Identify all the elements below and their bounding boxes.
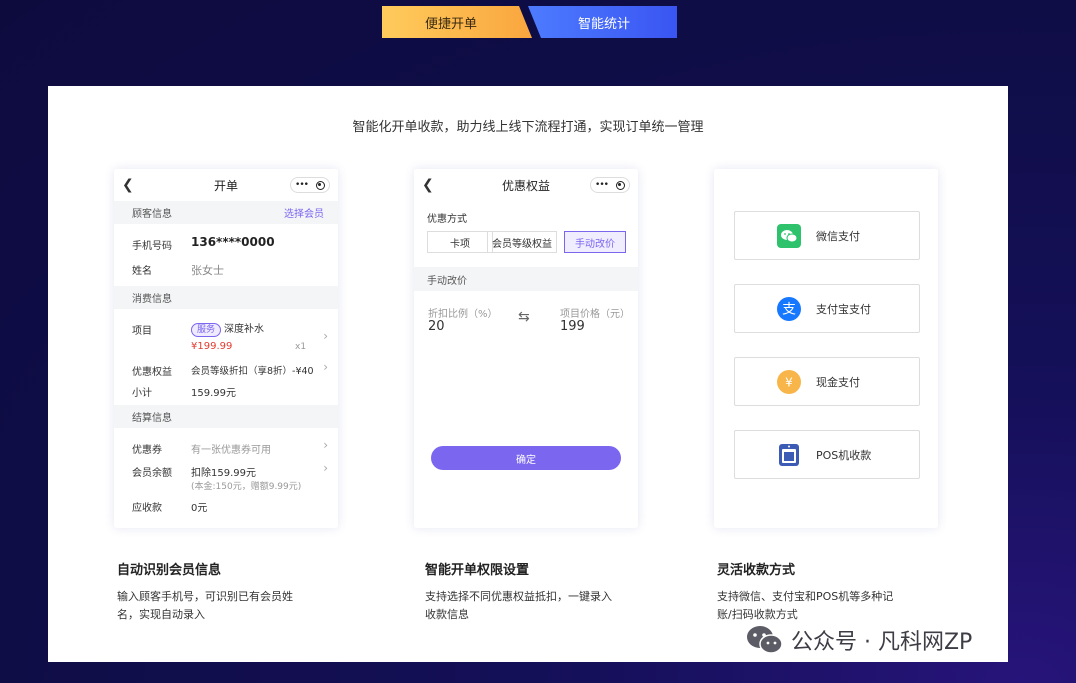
feature-title-permission: 智能开单权限设置 (425, 563, 530, 578)
confirm-button[interactable]: 确定 (431, 446, 621, 470)
alipay-label: 支付宝支付 (816, 302, 871, 316)
panel-headline: 智能化开单收款，助力线上线下流程打通，实现订单统一管理 (352, 120, 704, 135)
top-tabs: 便捷开单 智能统计 (382, 6, 677, 38)
pos-pay-label: POS机收款 (816, 448, 872, 462)
settle-section-label: 结算信息 (132, 413, 172, 424)
tab-quick-order[interactable]: 便捷开单 (382, 6, 532, 38)
wechat-icon (777, 223, 801, 248)
consume-section-label: 消费信息 (132, 294, 172, 305)
mini-program-capsule[interactable]: ••• (590, 177, 630, 193)
wechat-pay-label: 微信支付 (816, 229, 860, 243)
discount-ratio-input[interactable]: 20 (428, 319, 445, 334)
feature-title-payment: 灵活收款方式 (717, 563, 796, 578)
close-target-icon[interactable] (315, 180, 325, 190)
option-manual-price[interactable]: 手动改价 (564, 231, 626, 253)
pos-pay-option[interactable]: POS机收款 (734, 430, 920, 479)
chevron-right-icon[interactable]: › (323, 360, 328, 374)
wechat-pay-option[interactable]: 微信支付 (734, 211, 920, 260)
payment-methods-card: 微信支付 支 支付宝支付 ¥ 现金支付 POS机收款 (714, 169, 938, 528)
back-icon[interactable]: ❮ (122, 177, 134, 193)
order-page-title: 开单 (213, 178, 238, 193)
due-value: 0元 (191, 503, 208, 514)
chevron-right-icon[interactable]: › (323, 329, 328, 343)
alipay-option[interactable]: 支 支付宝支付 (734, 284, 920, 333)
balance-label: 会员余额 (132, 468, 172, 479)
coupon-value[interactable]: 有一张优惠券可用 (191, 441, 271, 456)
subtotal-value: 159.99元 (191, 388, 236, 399)
watermark-text: 公众号 · 凡科网ZP (791, 630, 973, 655)
subtotal-label: 小计 (132, 388, 152, 399)
chevron-right-icon[interactable]: › (323, 438, 328, 452)
settle-info: 优惠券 有一张优惠券可用 › 会员余额 扣除159.99元 › (本金:150元… (114, 428, 338, 528)
manual-price-section-header: 手动改价 (414, 267, 638, 291)
select-member-link[interactable]: 选择会员 (284, 205, 324, 220)
watermark: 公众号 · 凡科网ZP (745, 622, 972, 658)
feature-title-member: 自动识别会员信息 (117, 563, 222, 578)
discount-ratio-label: 折扣比例（%） (428, 309, 498, 320)
feature-desc-payment: 支持微信、支付宝和POS机等多种记账/扫码收款方式 (717, 590, 894, 621)
yuan-icon: ¥ (777, 369, 801, 394)
benefit-nav-bar: ❮ 优惠权益 ••• (414, 169, 638, 201)
name-label: 姓名 (132, 266, 152, 277)
mini-program-capsule[interactable]: ••• (290, 177, 330, 193)
item-value[interactable]: 服务 深度补水 (191, 320, 264, 337)
item-price-label: 项目价格（元） (560, 309, 630, 320)
settle-section-header: 结算信息 (114, 405, 338, 428)
pos-icon (777, 443, 801, 467)
alipay-icon: 支 (777, 296, 801, 321)
item-name: 深度补水 (224, 324, 265, 335)
feature-desc-member: 输入顾客手机号，可识别已有会员姓名，实现自动录入 (117, 590, 293, 621)
benefit-value[interactable]: 会员等级折扣（享8折）-¥40 (191, 363, 314, 377)
service-badge: 服务 (191, 323, 222, 337)
customer-section-label: 顾客信息 (132, 209, 172, 220)
benefit-label: 优惠权益 (132, 367, 172, 378)
wechat-logo-icon (747, 626, 783, 654)
consume-section-header: 消费信息 (114, 286, 338, 309)
item-price: ¥199.99 (191, 341, 233, 352)
chevron-right-icon[interactable]: › (323, 461, 328, 475)
phone-value[interactable]: 136****0000 (191, 235, 275, 249)
balance-value[interactable]: 扣除159.99元 (191, 464, 256, 479)
item-label: 项目 (132, 326, 152, 337)
tab-smart-stats-label: 智能统计 (578, 16, 631, 32)
consume-info: 项目 服务 深度补水 ¥199.99 x1 › 优惠权益 会员等级折扣（享8折）-… (114, 309, 338, 405)
option-card-item[interactable]: 卡项 (427, 231, 493, 253)
item-quantity: x1 (295, 342, 307, 352)
order-phone-card: ❮ 开单 ••• 顾客信息 选择会员 手机号码 136****0000 姓名 张… (114, 169, 338, 528)
benefit-page-title: 优惠权益 (501, 178, 550, 193)
tab-quick-order-label: 便捷开单 (425, 16, 478, 32)
tab-smart-stats[interactable]: 智能统计 (528, 6, 677, 38)
svg-text:¥: ¥ (785, 375, 793, 389)
item-price-input[interactable]: 199 (560, 319, 585, 334)
discount-method-label: 优惠方式 (427, 214, 467, 225)
feature-desc-permission: 支持选择不同优惠权益抵扣，一键录入收款信息 (425, 590, 612, 621)
due-label: 应收款 (132, 503, 162, 514)
more-icon[interactable]: ••• (295, 180, 309, 190)
phone-label: 手机号码 (132, 241, 172, 252)
swap-icon[interactable]: ⇆ (518, 309, 530, 325)
customer-info: 手机号码 136****0000 姓名 张女士 (114, 224, 338, 286)
coupon-label: 优惠券 (132, 445, 162, 456)
order-nav-bar: ❮ 开单 ••• (114, 169, 338, 201)
option-member-level[interactable]: 会员等级权益 (487, 231, 557, 253)
name-value[interactable]: 张女士 (191, 262, 224, 278)
svg-text:支: 支 (782, 301, 796, 317)
more-icon[interactable]: ••• (595, 180, 609, 190)
balance-note: (本金:150元，赠额9.99元) (191, 482, 302, 492)
back-icon[interactable]: ❮ (422, 177, 434, 193)
close-target-icon[interactable] (615, 180, 625, 190)
customer-section-header: 顾客信息 选择会员 (114, 201, 338, 224)
benefit-phone-card: ❮ 优惠权益 ••• 优惠方式 卡项 会员等级权益 手动改价 手动改价 折扣比例… (414, 169, 638, 528)
cash-pay-option[interactable]: ¥ 现金支付 (734, 357, 920, 406)
feature-panel: 智能化开单收款，助力线上线下流程打通，实现订单统一管理 ❮ 开单 ••• 顾客信… (48, 86, 1008, 662)
cash-pay-label: 现金支付 (816, 375, 860, 389)
